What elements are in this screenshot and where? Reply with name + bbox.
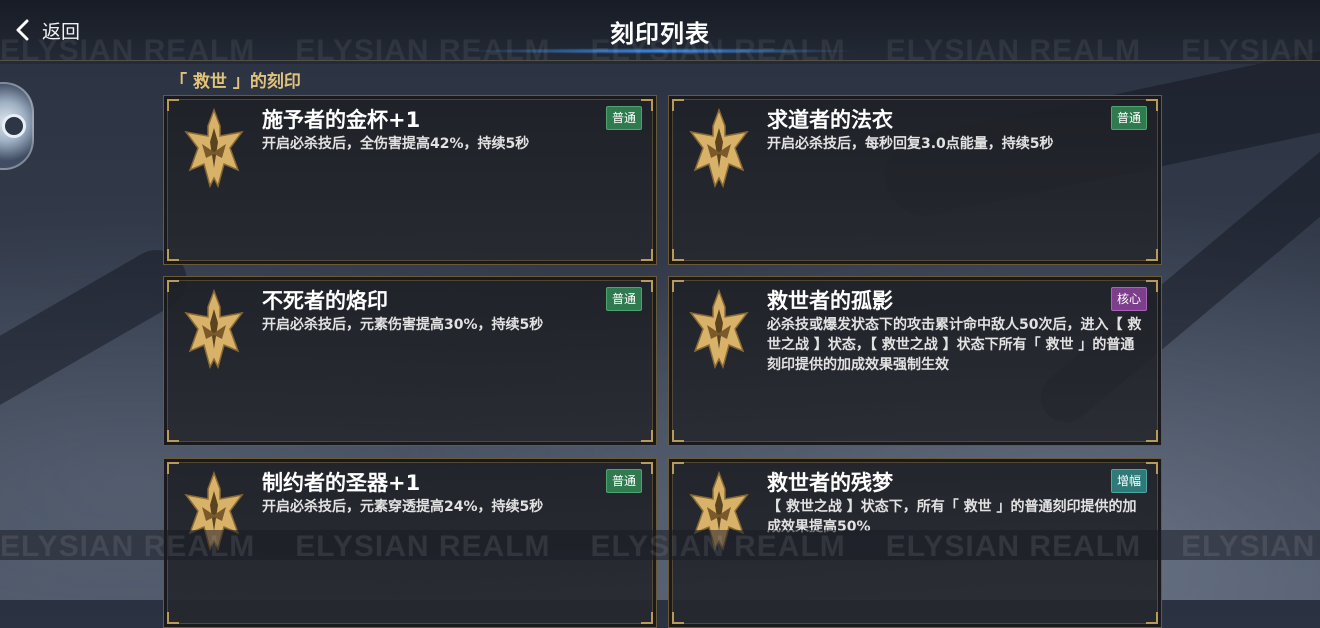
card-title: 制约者的圣器+1 bbox=[262, 471, 421, 495]
card-title: 不死者的烙印 bbox=[262, 289, 388, 313]
watermark-bottom: ELYSIAN REALM ELYSIAN REALM ELYSIAN REALM E… bbox=[0, 530, 1320, 563]
card-title: 施予者的金杯+1 bbox=[262, 108, 421, 132]
stigma-card[interactable]: 求道者的法衣 普通 开启必杀技后，每秒回复3.0点能量，持续5秒 bbox=[668, 95, 1162, 265]
rarity-badge: 普通 bbox=[1110, 106, 1147, 130]
sword-crest-emblem-icon bbox=[184, 289, 244, 370]
card-description: 必杀技或爆发状态下的攻击累计命中敌人50次后，进入【 救世之战 】状态，【 救世… bbox=[767, 317, 1142, 373]
stigma-card[interactable]: 施予者的金杯+1 普通 开启必杀技后，全伤害提高42%，持续5秒 bbox=[163, 95, 657, 265]
rarity-badge: 普通 bbox=[605, 106, 642, 130]
sword-crest-emblem-icon bbox=[689, 108, 749, 189]
card-title: 救世者的残梦 bbox=[767, 471, 893, 495]
page-title: 刻印列表 bbox=[610, 20, 710, 48]
rarity-badge: 普通 bbox=[605, 469, 642, 493]
card-description: 开启必杀技后，元素穿透提高24%，持续5秒 bbox=[262, 499, 544, 515]
sword-crest-emblem-icon bbox=[689, 289, 749, 370]
rarity-badge: 普通 bbox=[605, 287, 642, 311]
section-title: 「 救世 」的刻印 bbox=[170, 72, 301, 92]
stigma-card[interactable]: 不死者的烙印 普通 开启必杀技后，元素伤害提高30%，持续5秒 bbox=[163, 276, 657, 446]
rarity-badge: 增幅 bbox=[1110, 469, 1147, 493]
rarity-badge: 核心 bbox=[1110, 287, 1147, 311]
sword-crest-emblem-icon bbox=[184, 108, 244, 189]
stigma-card[interactable]: 救世者的孤影 核心 必杀技或爆发状态下的攻击累计命中敌人50次后，进入【 救世之… bbox=[668, 276, 1162, 446]
card-description: 开启必杀技后，元素伤害提高30%，持续5秒 bbox=[262, 317, 544, 333]
card-title: 救世者的孤影 bbox=[767, 289, 893, 313]
avatar-eye-icon bbox=[2, 114, 26, 138]
card-description: 开启必杀技后，每秒回复3.0点能量，持续5秒 bbox=[767, 136, 1054, 152]
avatar[interactable] bbox=[0, 82, 34, 170]
card-title: 求道者的法衣 bbox=[767, 108, 893, 132]
card-description: 开启必杀技后，全伤害提高42%，持续5秒 bbox=[262, 136, 530, 152]
